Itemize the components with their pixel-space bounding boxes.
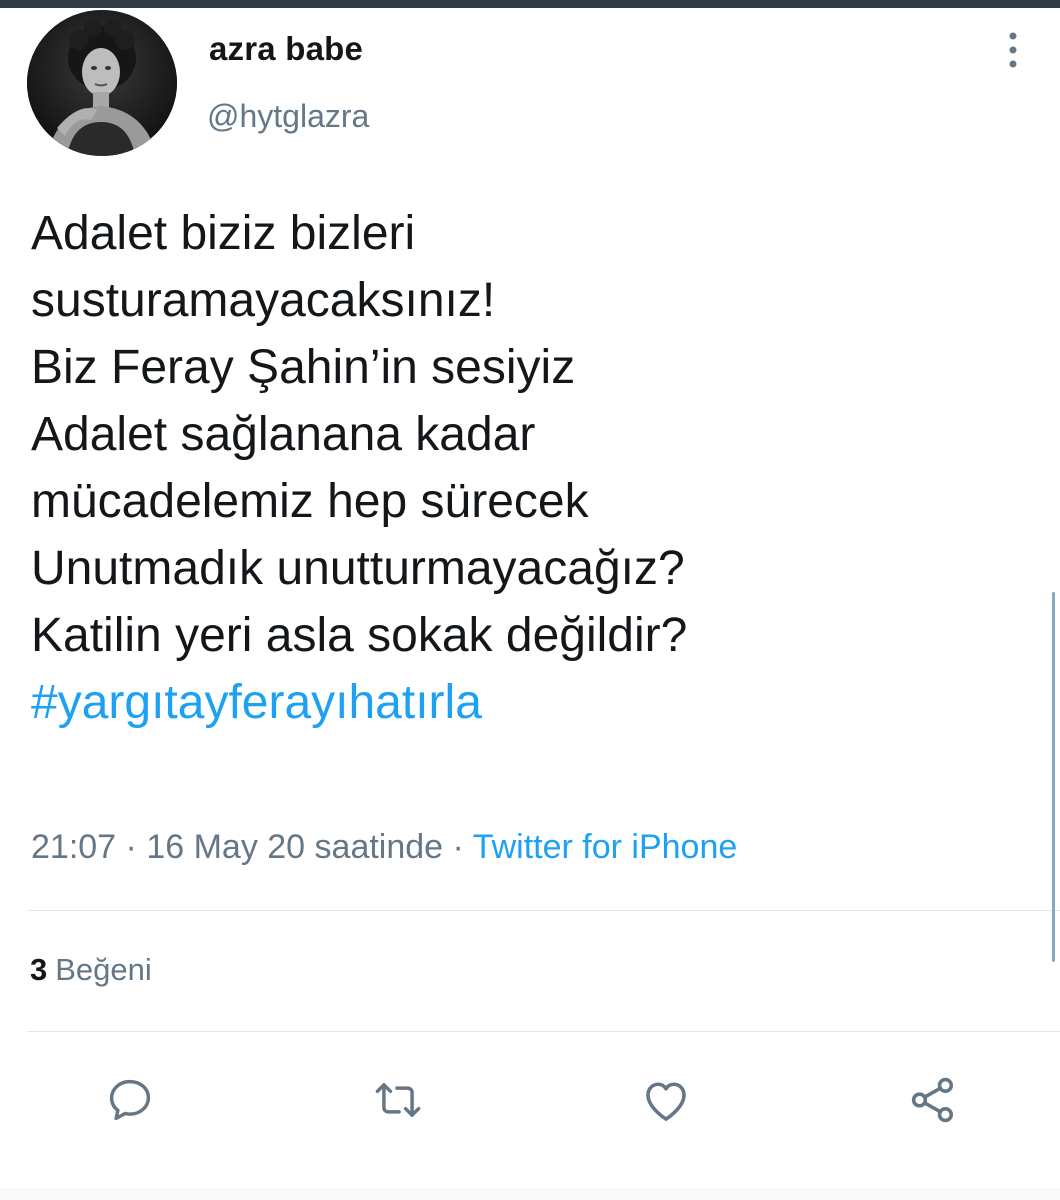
- like-icon: [646, 1082, 686, 1121]
- status-bar: [0, 0, 1060, 8]
- divider: [27, 910, 1060, 911]
- tweet-line: Biz Feray Şahin’in sesiyiz: [31, 341, 576, 394]
- scrollbar[interactable]: [1052, 592, 1055, 962]
- tweet-line: susturamayacaksınız!: [31, 274, 496, 327]
- more-options-button[interactable]: [998, 28, 1028, 76]
- tweet-line: Unutmadık unutturmayacağız?: [31, 542, 685, 595]
- meta-separator: ·: [125, 828, 137, 866]
- reply-button[interactable]: [102, 1072, 158, 1128]
- tweet-line: Adalet sağlanana kadar: [31, 408, 536, 461]
- meta-separator: ·: [452, 828, 464, 866]
- tweet-line: Adalet biziz bizleri: [31, 207, 416, 260]
- display-name[interactable]: azra babe: [209, 30, 363, 68]
- tweet-text: Adalet biziz bizleri susturamayacaksınız…: [31, 200, 1031, 736]
- more-vertical-icon: [1009, 32, 1017, 68]
- like-button[interactable]: [638, 1072, 694, 1128]
- avatar-image: [27, 10, 177, 156]
- avatar[interactable]: [27, 10, 177, 156]
- tweet-line: Katilin yeri asla sokak değildir?: [31, 609, 688, 662]
- retweet-button[interactable]: [370, 1072, 426, 1128]
- hashtag-link[interactable]: #yargıtayferayıhatırla: [31, 669, 1031, 736]
- tweet-date: 16 May 20 saatinde: [146, 828, 444, 866]
- reply-icon: [109, 1079, 151, 1121]
- tweet-line: mücadelemiz hep sürecek: [31, 475, 589, 528]
- likes-count: 3: [30, 952, 48, 987]
- share-icon: [911, 1077, 954, 1123]
- bottom-edge: [0, 1188, 1060, 1200]
- tweet-time: 21:07: [31, 828, 117, 866]
- user-handle[interactable]: @hytglazra: [207, 98, 369, 135]
- tweet-meta: 21:07 · 16 May 20 saatinde · Twitter for…: [31, 828, 737, 867]
- share-button[interactable]: [905, 1072, 961, 1128]
- likes-label: Beğeni: [55, 952, 152, 987]
- tweet-source-link[interactable]: Twitter for iPhone: [473, 828, 738, 866]
- retweet-icon: [375, 1083, 421, 1117]
- likes-stat[interactable]: 3 Beğeni: [30, 952, 152, 988]
- divider: [27, 1031, 1060, 1032]
